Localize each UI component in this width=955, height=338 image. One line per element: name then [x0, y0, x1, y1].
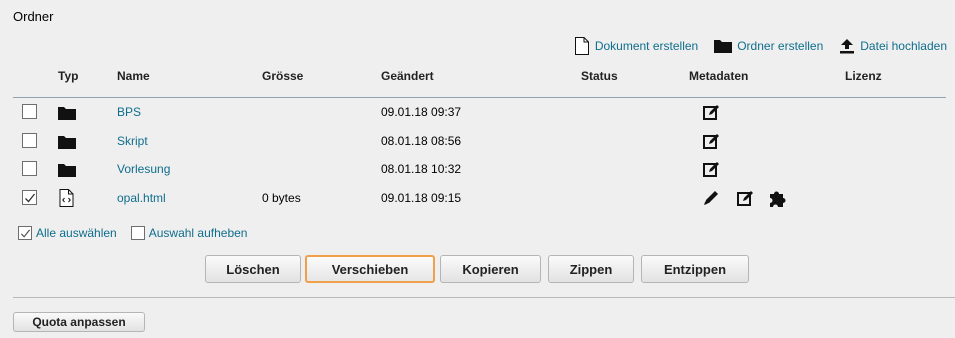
puzzle-icon[interactable]: [768, 188, 788, 208]
selection-controls: Alle auswählen Auswahl aufheben: [18, 226, 247, 240]
folder-icon: [58, 164, 76, 177]
document-icon: [574, 37, 590, 55]
edit-metadata-icon[interactable]: [703, 104, 720, 121]
select-all-link[interactable]: Alle auswählen: [36, 226, 117, 240]
file-modified: 09.01.18 09:37: [381, 105, 462, 119]
folder-icon: [58, 107, 76, 120]
create-folder-label: Ordner erstellen: [737, 39, 824, 53]
column-header-type[interactable]: Typ: [58, 69, 78, 83]
quota-adjust-button[interactable]: Quota anpassen: [13, 312, 145, 332]
column-header-license: Lizenz: [845, 69, 882, 83]
checkmark-icon: [25, 193, 36, 203]
table-row: opal.html 0 bytes 09.01.18 09:15: [13, 184, 946, 212]
unzip-button[interactable]: Entzippen: [641, 255, 749, 283]
html-file-icon: [59, 189, 74, 207]
column-header-name[interactable]: Name: [117, 69, 150, 83]
deselect-link[interactable]: Auswahl aufheben: [149, 226, 248, 240]
column-header-size[interactable]: Grösse: [262, 69, 303, 83]
table-row: Skript 08.01.18 08:56: [13, 127, 946, 155]
row-checkbox[interactable]: [22, 133, 37, 148]
table-row: BPS 09.01.18 09:37: [13, 98, 946, 126]
file-modified: 08.01.18 08:56: [381, 134, 462, 148]
create-document-label: Dokument erstellen: [594, 39, 699, 53]
file-name-link[interactable]: Skript: [117, 134, 148, 148]
folder-toolbar: Dokument erstellen Ordner erstellen Date…: [574, 37, 947, 55]
upload-file-link[interactable]: Datei hochladen: [839, 38, 947, 54]
file-name-link[interactable]: BPS: [117, 105, 141, 119]
folder-icon: [714, 39, 733, 53]
file-modified: 08.01.18 10:32: [381, 162, 462, 176]
edit-metadata-icon[interactable]: [703, 133, 720, 150]
edit-metadata-icon[interactable]: [703, 161, 720, 178]
create-folder-link[interactable]: Ordner erstellen: [714, 39, 823, 53]
deselect-checkbox[interactable]: [130, 226, 145, 240]
copy-button[interactable]: Kopieren: [440, 255, 541, 283]
zip-button[interactable]: Zippen: [548, 255, 634, 283]
create-document-link[interactable]: Dokument erstellen: [574, 37, 698, 55]
file-name-link[interactable]: opal.html: [117, 191, 166, 205]
checkmark-icon: [20, 229, 31, 238]
file-size: 0 bytes: [262, 191, 301, 205]
upload-file-label: Datei hochladen: [860, 39, 947, 53]
pencil-icon[interactable]: [702, 189, 720, 207]
folder-icon: [58, 136, 76, 149]
file-name-link[interactable]: Vorlesung: [117, 162, 170, 176]
column-header-modified[interactable]: Geändert: [381, 69, 434, 83]
section-divider: [13, 297, 955, 298]
row-checkbox[interactable]: [22, 104, 37, 119]
upload-icon: [839, 38, 855, 54]
move-button[interactable]: Verschieben: [305, 255, 435, 283]
section-title: Ordner: [13, 9, 54, 24]
file-modified: 09.01.18 09:15: [381, 191, 462, 205]
row-checkbox[interactable]: [22, 161, 37, 176]
delete-button[interactable]: Löschen: [205, 255, 301, 283]
select-all-checkbox[interactable]: [18, 226, 32, 240]
row-checkbox-checked[interactable]: [22, 190, 37, 205]
column-header-metadata: Metadaten: [689, 69, 749, 83]
column-header-status: Status: [581, 69, 618, 83]
table-row: Vorlesung 08.01.18 10:32: [13, 155, 946, 183]
edit-metadata-icon[interactable]: [737, 190, 754, 207]
